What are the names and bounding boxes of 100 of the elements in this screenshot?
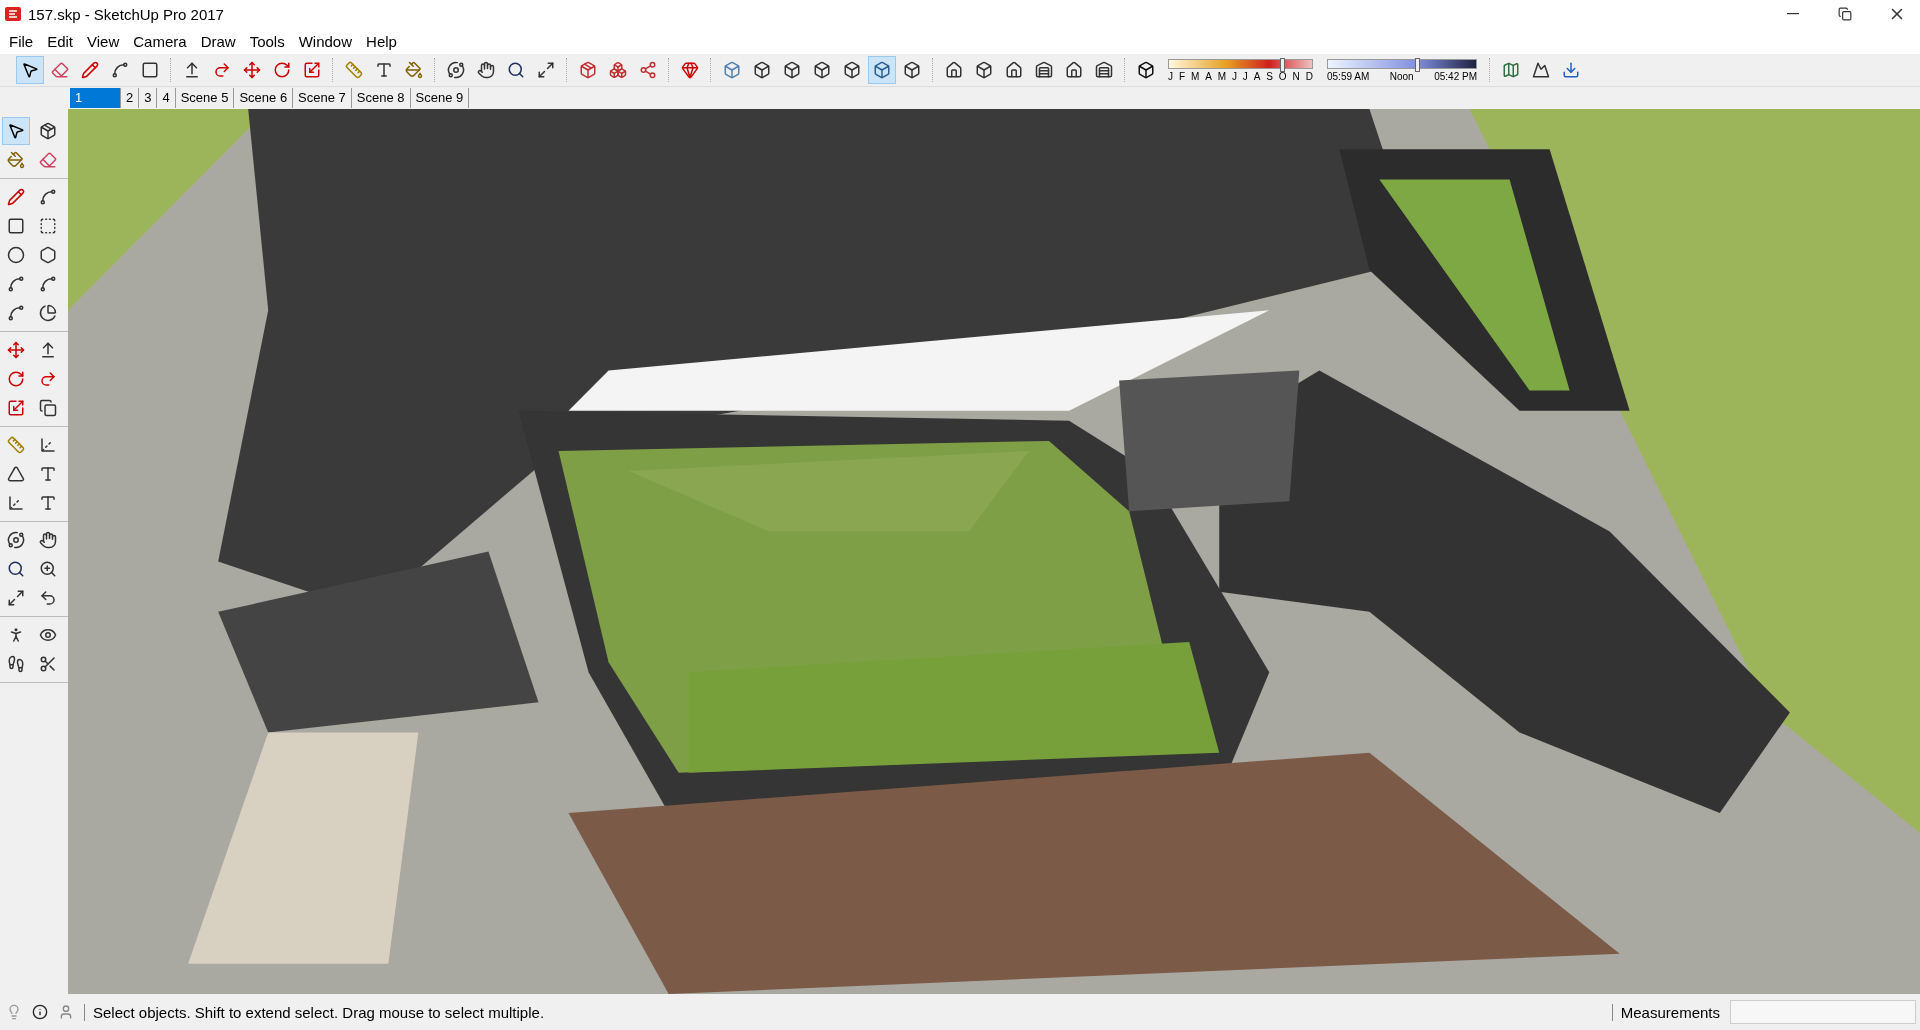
pointer-tool-button[interactable]: [2, 117, 30, 145]
time-slider[interactable]: [1327, 58, 1477, 69]
month-slider-thumb[interactable]: [1279, 57, 1285, 72]
month-label: M: [1190, 70, 1200, 82]
zoom-in-icon: [39, 560, 57, 578]
pencil-icon: [81, 61, 99, 79]
rotate-icon: [273, 61, 291, 79]
dashed-square-icon: [39, 217, 57, 235]
window-title: 157.skp - SketchUp Pro 2017: [28, 5, 225, 23]
text-icon: [375, 61, 393, 79]
menu-item[interactable]: Window: [291, 32, 360, 50]
month-label: F: [1178, 70, 1185, 82]
scene-tab[interactable]: 4: [157, 88, 176, 108]
measurements-label: Measurements: [1611, 1003, 1720, 1021]
user-icon[interactable]: [58, 1004, 74, 1020]
pointer-tool-button[interactable]: [16, 56, 44, 84]
circle-icon: [7, 246, 25, 264]
ruler-icon: [345, 61, 363, 79]
month-label: J: [1242, 70, 1248, 82]
cube-icon: [975, 61, 993, 79]
scene-tab[interactable]: Scene 7: [293, 88, 352, 108]
paint-bucket-icon: [7, 151, 25, 169]
month-label: J: [1168, 70, 1173, 82]
cube-icon: [813, 61, 831, 79]
measurements-field[interactable]: [1730, 1000, 1916, 1024]
cube-icon: [843, 61, 861, 79]
eraser-icon: [51, 61, 69, 79]
menu-item[interactable]: Tools: [242, 32, 292, 50]
time-label: 05:42 PM: [1434, 70, 1477, 82]
minimize-icon: [1787, 13, 1799, 15]
orbit-icon: [447, 61, 465, 79]
curved-arrow-icon: [39, 370, 57, 388]
scissors-icon: [39, 655, 57, 673]
eraser-icon: [39, 151, 57, 169]
time-label: Noon: [1389, 70, 1414, 82]
status-message: Select objects. Shift to extend select. Drag mouse to select multiple.: [84, 1003, 1602, 1021]
warehouse-icon: [1095, 61, 1113, 79]
axes-icon: [7, 494, 25, 512]
cube-icon: [1137, 61, 1155, 79]
eye-icon: [39, 626, 57, 644]
month-slider[interactable]: [1168, 58, 1313, 69]
menu-item[interactable]: File: [2, 32, 41, 50]
mountain-icon: [1532, 61, 1550, 79]
search-icon: [507, 61, 525, 79]
month-label: N: [1292, 70, 1300, 82]
curve-icon: [111, 61, 129, 79]
expand-icon: [537, 61, 555, 79]
triangle-icon: [7, 465, 25, 483]
cube-tool-button[interactable]: [868, 56, 896, 84]
download-icon: [1562, 61, 1580, 79]
month-label: D: [1305, 70, 1313, 82]
scene-tab[interactable]: Scene 5: [175, 88, 235, 108]
time-label: 05:59 AM: [1327, 70, 1370, 82]
copy-icon: [39, 399, 57, 417]
curve-icon: [7, 275, 25, 293]
scene-tab[interactable]: 1: [70, 88, 121, 108]
scene-tab[interactable]: Scene 8: [351, 88, 411, 108]
undo-icon: [39, 589, 57, 607]
expand-icon: [7, 589, 25, 607]
axes-icon: [39, 436, 57, 454]
house-icon: [1065, 61, 1083, 79]
app-logo-icon: [4, 5, 22, 23]
menu-item[interactable]: Draw: [193, 32, 243, 50]
warehouse-icon: [1035, 61, 1053, 79]
square-icon: [7, 217, 25, 235]
gem-icon: [681, 61, 699, 79]
house-icon: [1005, 61, 1023, 79]
cube-icon: [753, 61, 771, 79]
time-slider-thumb[interactable]: [1414, 57, 1420, 72]
scene-tab[interactable]: Scene 9: [410, 88, 470, 108]
menu-item[interactable]: Help: [359, 32, 404, 50]
curve-icon: [39, 275, 57, 293]
share-icon: [639, 61, 657, 79]
text-icon: [39, 465, 57, 483]
info-icon[interactable]: [32, 1004, 48, 1020]
cube-icon: [723, 61, 741, 79]
scene-tab[interactable]: Scene 6: [234, 88, 294, 108]
square-icon: [141, 61, 159, 79]
move-icon: [243, 61, 261, 79]
move-icon: [7, 341, 25, 359]
search-icon: [7, 560, 25, 578]
package-icon: [39, 122, 57, 140]
scene-tab[interactable]: 2: [121, 88, 140, 108]
orbit-icon: [7, 531, 25, 549]
package-icon: [579, 61, 597, 79]
cube-icon: [783, 61, 801, 79]
pie-chart-icon: [39, 304, 57, 322]
footprints-icon: [7, 655, 25, 673]
ruler-icon: [7, 436, 25, 454]
scale-icon: [303, 61, 321, 79]
hand-icon: [39, 531, 57, 549]
text-icon: [39, 494, 57, 512]
pointer-icon: [7, 122, 25, 140]
hand-icon: [477, 61, 495, 79]
menu-item[interactable]: Camera: [126, 32, 194, 50]
month-label: A: [1205, 70, 1212, 82]
scene-tab[interactable]: 3: [139, 88, 158, 108]
menu-item[interactable]: View: [80, 32, 127, 50]
map-icon: [1502, 61, 1520, 79]
menu-item[interactable]: Edit: [40, 32, 81, 50]
